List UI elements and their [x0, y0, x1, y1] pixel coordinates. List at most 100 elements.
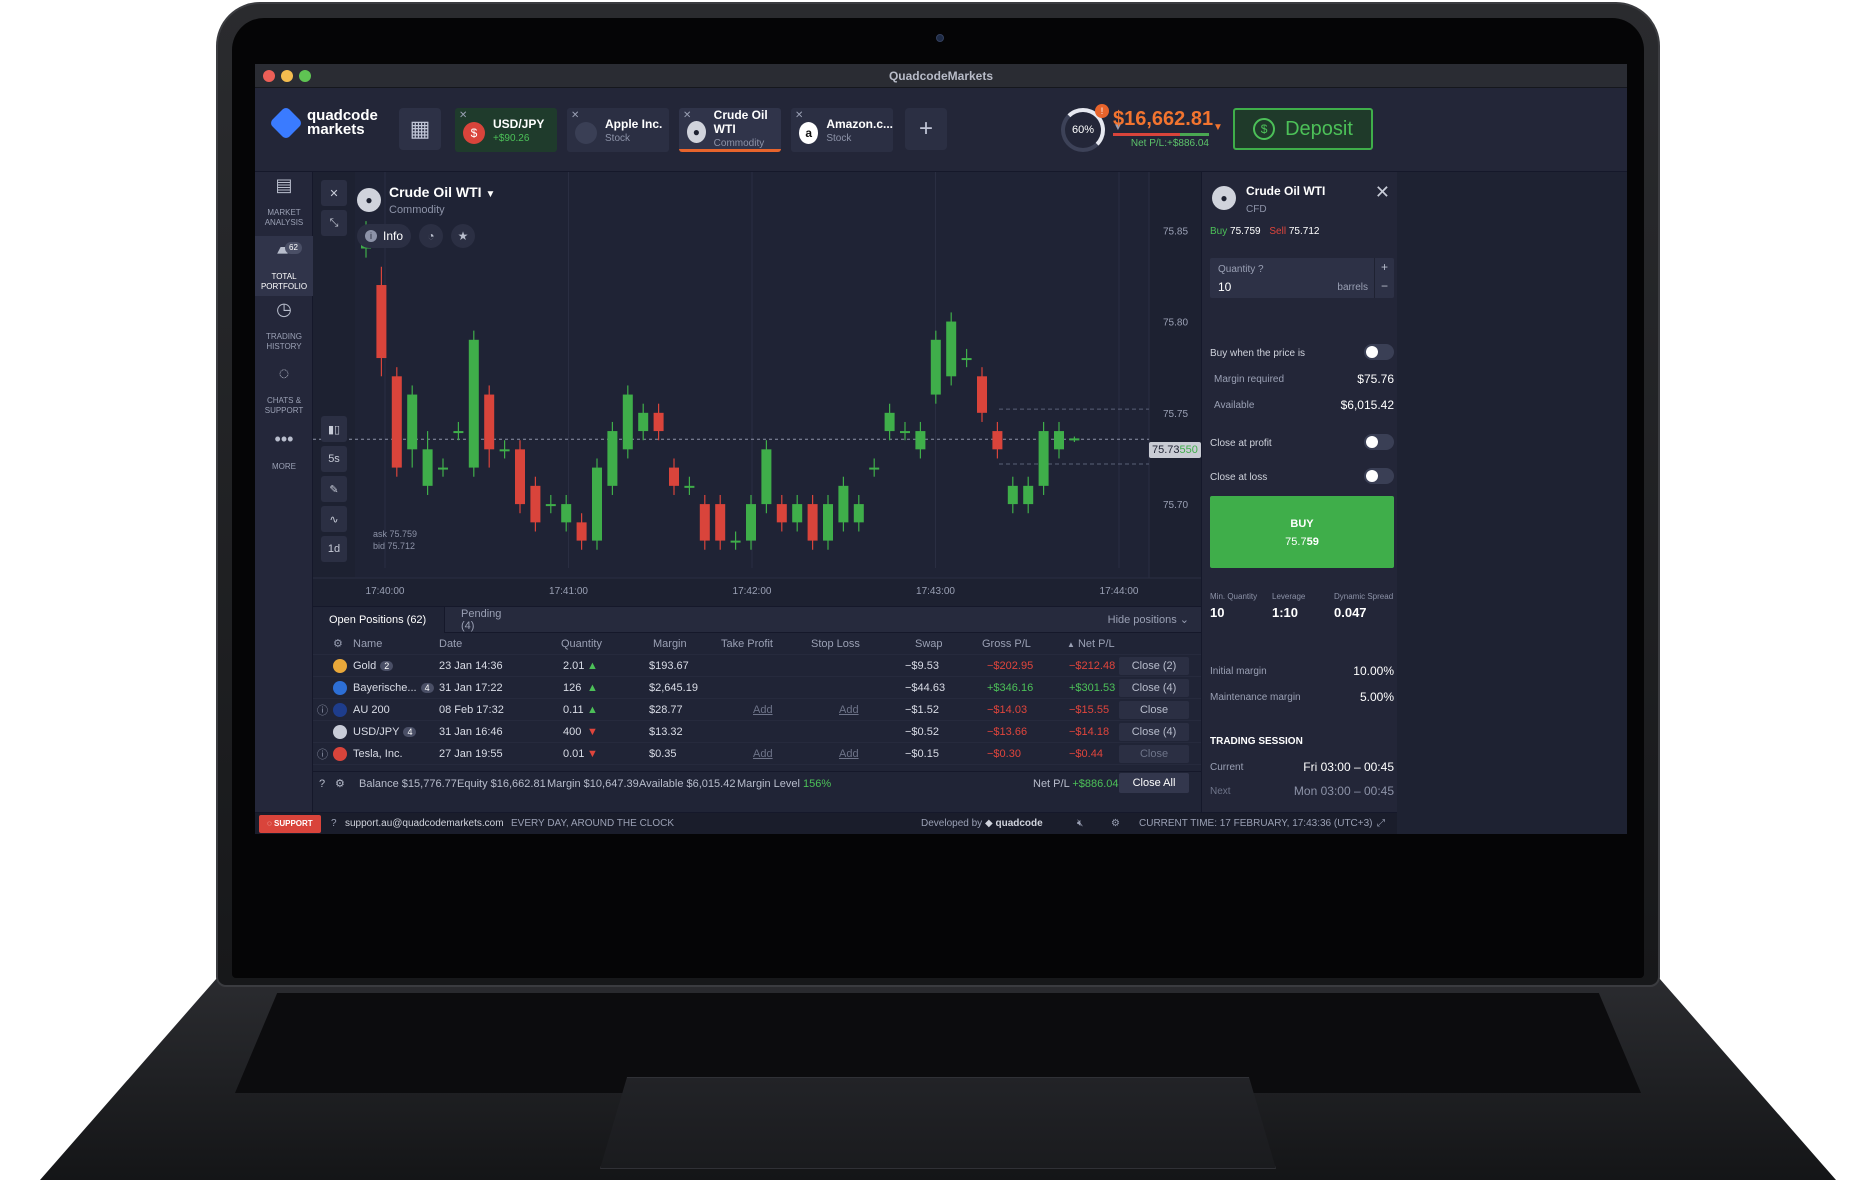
sidebar-item-market-analysis[interactable]: ▤ MARKET ANALYSIS: [255, 175, 313, 236]
tab-pending[interactable]: Pending (4): [445, 607, 533, 633]
fullscreen-icon[interactable]: ⤢: [1377, 818, 1385, 829]
close-window-button[interactable]: [263, 70, 275, 82]
history-icon: ◷: [276, 299, 292, 319]
header-swap[interactable]: Swap: [915, 638, 943, 650]
deposit-button[interactable]: $ Deposit: [1233, 108, 1373, 150]
tab-amazon[interactable]: ✕ a Amazon.c... Stock: [791, 108, 893, 152]
candle-down: [776, 504, 787, 523]
close-position-button[interactable]: Close: [1119, 745, 1189, 763]
mute-icon[interactable]: 🔇︎: [1077, 818, 1083, 829]
table-row[interactable]: USD/JPY 4 31 Jan 16:46 400 ▼ $13.32 −$0.52 −$13…: [313, 721, 1201, 743]
position-name: Gold 2: [353, 660, 394, 672]
support-hours: EVERY DAY, AROUND THE CLOCK: [511, 818, 675, 829]
increment-button[interactable]: +: [1375, 258, 1394, 277]
sidebar-item-total-portfolio[interactable]: ▰ 62 TOTAL PORTFOLIO: [255, 236, 313, 296]
drawing-tools-button[interactable]: ✎: [321, 476, 347, 502]
chevron-down-icon[interactable]: ▼: [1213, 122, 1223, 133]
asset-selector[interactable]: ● Crude Oil WTI ▼ Commodity: [357, 184, 495, 216]
collapse-chart-button[interactable]: ⤡: [321, 210, 347, 236]
header-net-pl[interactable]: ▲ Net P/L: [1067, 638, 1115, 650]
buy-when-toggle[interactable]: [1364, 344, 1394, 360]
info-button[interactable]: i Info: [357, 224, 412, 248]
tab-open-positions[interactable]: Open Positions (62): [313, 607, 445, 633]
header-name[interactable]: Name: [353, 638, 382, 650]
header-take-profit[interactable]: Take Profit: [721, 638, 773, 650]
brand-logo[interactable]: quadcode markets: [269, 106, 378, 140]
tab-label: Amazon.c...: [826, 116, 893, 131]
close-all-button[interactable]: Close All: [1119, 773, 1189, 793]
info-icon[interactable]: ⓘ: [317, 702, 328, 718]
buy-button[interactable]: BUY 75.759: [1210, 496, 1394, 568]
stop-loss-add[interactable]: Add: [839, 704, 859, 716]
close-position-button[interactable]: Close (4): [1119, 723, 1189, 741]
close-position-button[interactable]: Close (4): [1119, 679, 1189, 697]
margin-required-value: $75.76: [1357, 372, 1394, 386]
sidebar-item-more[interactable]: ••• MORE: [255, 429, 313, 474]
indicators-button[interactable]: ∿: [321, 506, 347, 532]
table-row[interactable]: ⓘ Tesla, Inc. 27 Jan 19:55 0.01 ▼ $0.35 Add Add…: [313, 743, 1201, 765]
close-position-button[interactable]: Close (2): [1119, 657, 1189, 675]
header-margin[interactable]: Margin: [653, 638, 687, 650]
close-tab-icon[interactable]: ✕: [571, 110, 579, 121]
header-stop-loss[interactable]: Stop Loss: [811, 638, 860, 650]
alert-button[interactable]: ◔: [419, 224, 444, 248]
tab-crude-oil[interactable]: ✕ ● Crude Oil WTI Commodity: [679, 108, 781, 152]
hide-label: Hide positions: [1107, 614, 1177, 626]
quantity-stepper[interactable]: Quantity ? 10 barrels + −: [1210, 258, 1394, 298]
candle-period-button[interactable]: 5s: [321, 446, 347, 472]
timeframe-button[interactable]: 1d: [321, 536, 347, 562]
grid-layout-button[interactable]: ▦: [399, 108, 441, 150]
settings-icon[interactable]: ⚙: [333, 637, 343, 650]
tab-usd-jpy[interactable]: ✕ $ USD/JPY +$90.26: [455, 108, 557, 152]
close-tab-icon[interactable]: ✕: [459, 110, 467, 121]
newspaper-icon: ▤: [275, 175, 293, 195]
minimize-window-button[interactable]: [281, 70, 293, 82]
take-profit-add[interactable]: Add: [753, 704, 773, 716]
sidebar-item-trading-history[interactable]: ◷ TRADING HISTORY: [255, 299, 313, 360]
table-row[interactable]: ⓘ AU 200 08 Feb 17:32 0.11 ▲ $28.77 Add Add −$1.…: [313, 699, 1201, 721]
close-chart-button[interactable]: ✕: [321, 180, 347, 206]
candle-up: [622, 394, 633, 450]
decrement-button[interactable]: −: [1375, 277, 1394, 296]
session-current-label: Current: [1210, 762, 1244, 773]
close-at-loss-toggle[interactable]: [1364, 468, 1394, 484]
take-profit-add[interactable]: Add: [753, 748, 773, 760]
account-balance[interactable]: $16,662.81 Net P/L:+$886.04: [1113, 108, 1214, 149]
help-icon[interactable]: ?: [319, 778, 325, 790]
quantity-adjust: + −: [1374, 258, 1394, 298]
candle-up: [499, 449, 510, 452]
chart-panel[interactable]: 17:40:00 17:41:00 17:42:00 17:43:00 17:44:00…: [313, 172, 1201, 606]
stop-loss-add[interactable]: Add: [839, 748, 859, 760]
favorite-button[interactable]: ★: [451, 224, 476, 248]
gear-icon[interactable]: ⚙: [1111, 818, 1120, 829]
support-email[interactable]: support.au@quadcodemarkets.com: [345, 818, 504, 829]
add-tab-button[interactable]: +: [905, 108, 947, 150]
laptop-frame: QuadcodeMarkets quadcode markets ▦ ✕ $ U…: [0, 0, 1876, 1180]
position-quantity: 400: [563, 725, 582, 738]
maximize-window-button[interactable]: [299, 70, 311, 82]
table-row[interactable]: Bayerische... 4 31 Jan 17:22 126 ▲ $2,645.19 −…: [313, 677, 1201, 699]
settings-icon[interactable]: ⚙: [335, 777, 345, 790]
leverage-label: Leverage: [1272, 592, 1306, 601]
sidebar-item-chats-support[interactable]: ◌ CHATS & SUPPORT: [255, 364, 313, 424]
close-at-profit-toggle[interactable]: [1364, 434, 1394, 450]
more-icon: •••: [274, 429, 294, 449]
close-tab-icon[interactable]: ✕: [795, 110, 803, 121]
header-gross-pl[interactable]: Gross P/L: [982, 638, 1031, 650]
hide-positions-button[interactable]: Hide positions ⌄: [1108, 613, 1189, 626]
chart-type-button[interactable]: ▮▯: [321, 416, 347, 442]
support-button[interactable]: ◌ SUPPORT: [259, 815, 321, 833]
quantity-input[interactable]: 10: [1218, 280, 1231, 294]
balance-amount: $16,662.81: [1113, 108, 1214, 130]
info-icon[interactable]: ⓘ: [317, 746, 328, 762]
screen-bottom-black: [255, 834, 1627, 904]
close-position-button[interactable]: Close: [1119, 701, 1189, 719]
header-date[interactable]: Date: [439, 638, 462, 650]
tab-apple[interactable]: ✕ Apple Inc. Stock: [567, 108, 669, 152]
close-icon[interactable]: ✕: [1375, 182, 1390, 203]
y-tick-label: 75.85: [1163, 226, 1188, 237]
candle-down: [977, 376, 987, 413]
table-row[interactable]: Gold 2 23 Jan 14:36 2.01 ▲ $193.67 −$9.53 −$202…: [313, 655, 1201, 677]
close-tab-icon[interactable]: ✕: [683, 110, 691, 121]
header-quantity[interactable]: Quantity: [561, 638, 602, 650]
